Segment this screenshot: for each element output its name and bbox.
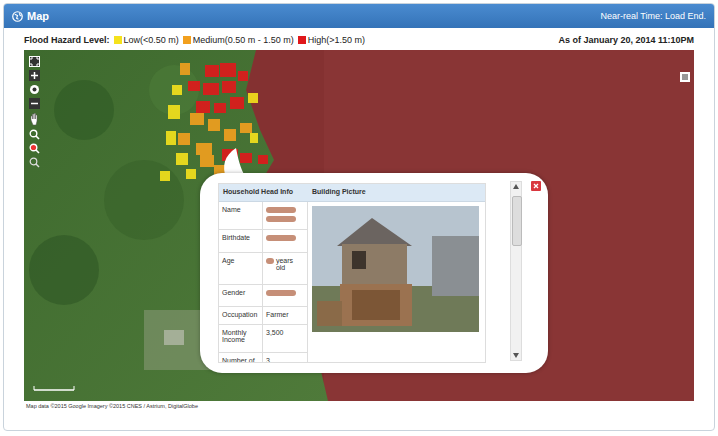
status-text: Near-real Time: Load End. <box>600 11 706 21</box>
hazard-area[interactable] <box>168 105 180 119</box>
row-value <box>263 230 308 253</box>
hazard-area[interactable] <box>200 155 214 167</box>
legend-item: Low(<0.50 m) <box>114 35 179 45</box>
row-label: Name <box>219 202 263 230</box>
close-icon[interactable] <box>531 181 541 191</box>
legend-item: Medium(0.50 m - 1.50 m) <box>183 35 294 45</box>
row-value: Farmer <box>263 307 308 325</box>
globe-icon <box>12 11 23 22</box>
fullscreen-icon[interactable] <box>29 56 40 67</box>
scroll-thumb[interactable] <box>512 196 522 246</box>
hazard-area[interactable] <box>240 123 252 133</box>
timestamp: As of January 20, 2014 11:10PM <box>558 35 694 45</box>
row-value: years old <box>263 253 308 285</box>
pan-hand-icon[interactable] <box>29 112 40 126</box>
legend-swatch <box>298 36 306 44</box>
row-label: Birthdate <box>219 230 263 253</box>
hazard-area[interactable] <box>160 171 170 181</box>
panel-header: Map Near-real Time: Load End. <box>4 4 714 28</box>
row-value: 3,500 <box>263 325 308 353</box>
legend-label: Flood Hazard Level: <box>24 35 110 45</box>
hazard-area[interactable] <box>250 133 258 143</box>
zoom-box-icon[interactable] <box>29 129 40 140</box>
hazard-area[interactable] <box>178 133 190 145</box>
hazard-area[interactable] <box>172 85 182 95</box>
table-header: Building Picture <box>308 184 485 202</box>
redaction-bar <box>266 290 296 296</box>
row-label: Age <box>219 253 263 285</box>
value-text: years old <box>276 257 304 271</box>
row-label: Number of <box>219 353 263 363</box>
hazard-area[interactable] <box>230 97 244 109</box>
map-attribution: Map data ©2015 Google Imagery ©2015 CNES… <box>4 401 714 411</box>
layers-icon[interactable] <box>680 72 690 82</box>
zoom-in-icon[interactable] <box>29 70 40 81</box>
hazard-area[interactable] <box>186 169 196 179</box>
hazard-area[interactable] <box>240 153 252 163</box>
zoom-select-icon[interactable] <box>29 143 40 154</box>
redaction-bar <box>266 216 296 222</box>
popup-scrollbar[interactable] <box>510 181 522 361</box>
row-label: Occupation <box>219 307 263 325</box>
building-picture <box>308 202 485 363</box>
map-view[interactable]: Household Head InfoBuilding Picture NameB… <box>24 50 694 401</box>
hazard-area[interactable] <box>205 65 219 77</box>
map-controls <box>29 56 40 168</box>
zoom-out-icon[interactable] <box>29 98 40 109</box>
redaction: years old <box>266 257 304 271</box>
legend-text: High(>1.50 m) <box>308 35 365 45</box>
table-header: Household Head Info <box>219 184 308 202</box>
panel-title: Map <box>27 10 49 22</box>
hazard-area[interactable] <box>190 113 204 125</box>
scroll-down-icon[interactable] <box>513 353 519 358</box>
hazard-area[interactable] <box>238 71 248 81</box>
legend-text: Low(<0.50 m) <box>124 35 179 45</box>
map-panel: Map Near-real Time: Load End. Flood Haza… <box>3 3 715 431</box>
row-value <box>263 285 308 307</box>
legend-bar: Flood Hazard Level: Low(<0.50 m) Medium(0.… <box>4 28 714 50</box>
scroll-up-icon[interactable] <box>513 184 519 189</box>
zoom-reset-icon[interactable] <box>29 157 40 168</box>
redaction-bar <box>266 235 296 241</box>
hazard-area[interactable] <box>166 131 176 145</box>
hazard-area[interactable] <box>214 103 226 113</box>
legend-item: High(>1.50 m) <box>298 35 365 45</box>
hazard-area[interactable] <box>203 83 219 95</box>
hazard-area[interactable] <box>196 143 212 155</box>
row-label: Gender <box>219 285 263 307</box>
redaction-bar <box>266 258 274 264</box>
row-label: Monthly Income <box>219 325 263 353</box>
hazard-area[interactable] <box>258 155 268 164</box>
hazard-area[interactable] <box>176 153 188 165</box>
redaction <box>266 206 304 224</box>
hazard-area[interactable] <box>180 63 190 75</box>
info-popup: Household Head InfoBuilding Picture NameB… <box>200 173 548 373</box>
household-table: Household Head InfoBuilding Picture NameB… <box>218 183 486 363</box>
legend-text: Medium(0.50 m - 1.50 m) <box>193 35 294 45</box>
globe-icon[interactable] <box>29 84 40 95</box>
hazard-area[interactable] <box>188 81 200 91</box>
hazard-area[interactable] <box>208 119 220 131</box>
hazard-area[interactable] <box>248 93 258 103</box>
legend-swatch <box>114 36 122 44</box>
redaction <box>266 289 304 298</box>
row-value: 3 <box>263 353 308 363</box>
redaction-bar <box>266 207 296 213</box>
row-value <box>263 202 308 230</box>
redaction <box>266 234 304 243</box>
hazard-area[interactable] <box>224 129 236 141</box>
building-photo <box>312 206 479 332</box>
hazard-area[interactable] <box>196 101 210 113</box>
hazard-area[interactable] <box>222 81 236 93</box>
hazard-area[interactable] <box>220 63 236 77</box>
legend-swatch <box>183 36 191 44</box>
